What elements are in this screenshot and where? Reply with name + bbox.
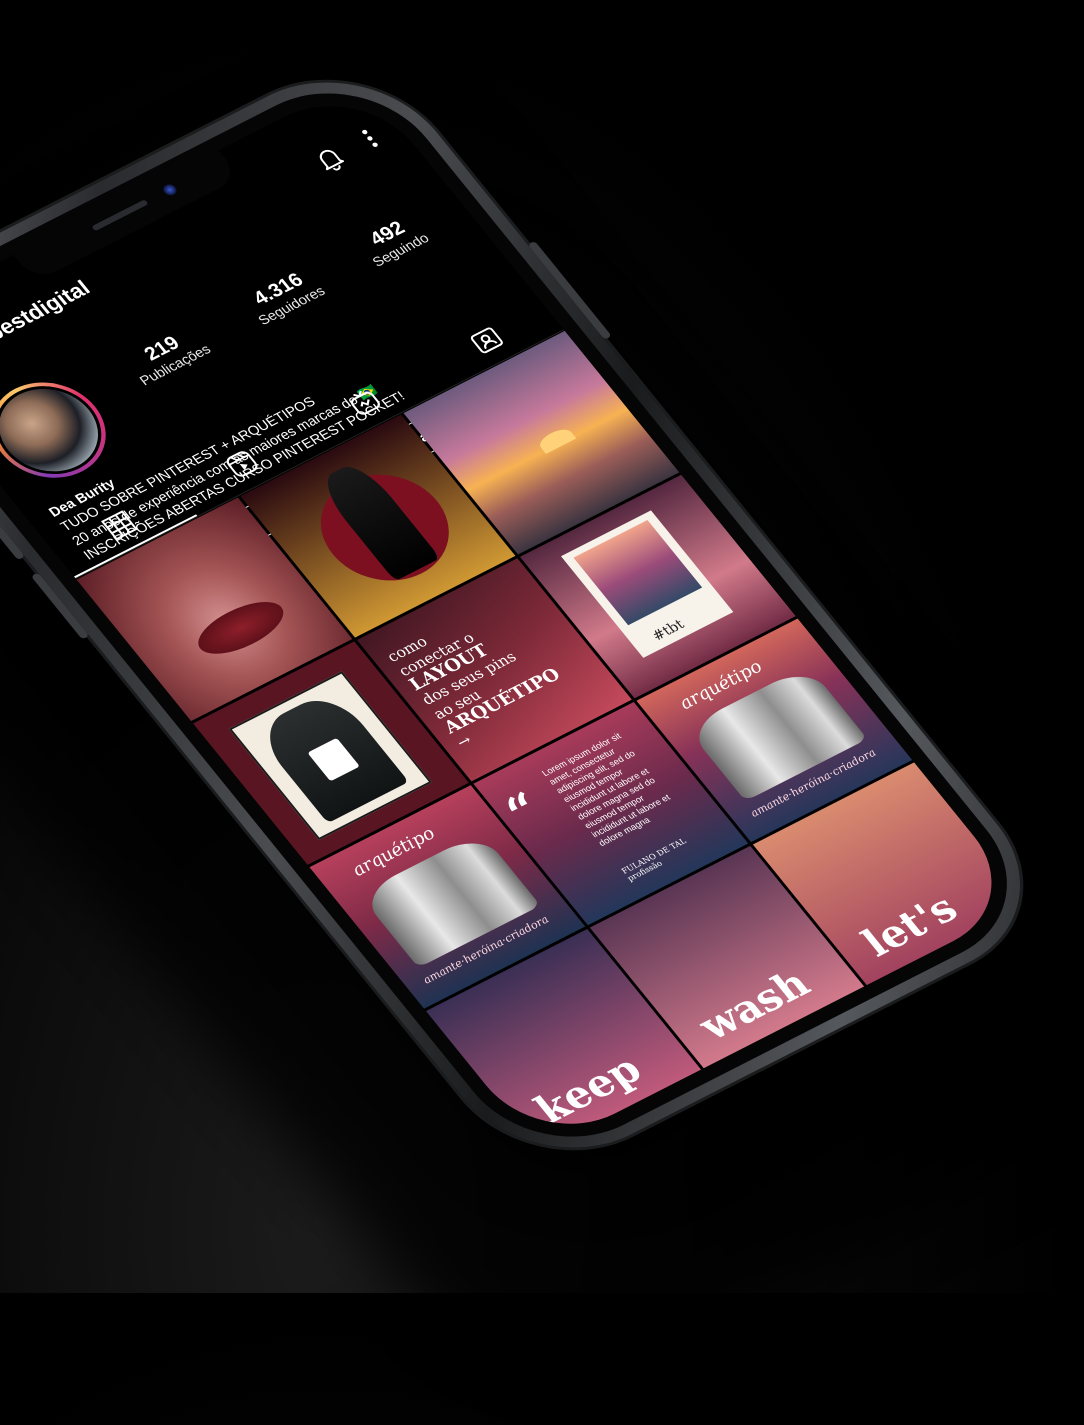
post-word: let's — [853, 885, 968, 966]
tagged-person-icon — [465, 323, 508, 359]
stat-following[interactable]: 492 Seguindo — [354, 212, 432, 269]
avatar — [0, 370, 123, 491]
username: dbestdigital — [0, 275, 95, 352]
speaker-grille — [91, 199, 149, 232]
post-word: keep — [525, 1046, 652, 1133]
more-options-icon[interactable] — [356, 125, 383, 152]
reels-icon — [221, 448, 264, 484]
front-camera — [160, 182, 180, 198]
phone-screen: dbestdigital 219 Publicações 4.316 Segui… — [0, 78, 1029, 1152]
stat-followers[interactable]: 4.316 Seguidores — [240, 265, 328, 327]
post-word: wash — [689, 961, 820, 1050]
sunset-sun — [536, 426, 577, 455]
quote-text: Lorem ipsum dolor sit amet, consectetur … — [539, 731, 673, 848]
igtv-icon — [343, 385, 386, 421]
lips-image — [187, 591, 294, 664]
grid-icon — [99, 509, 142, 545]
quote-author: FULANO DE TAL profissão — [620, 837, 694, 883]
stat-posts[interactable]: 219 Publicações — [121, 323, 214, 388]
bell-icon[interactable] — [308, 141, 351, 176]
